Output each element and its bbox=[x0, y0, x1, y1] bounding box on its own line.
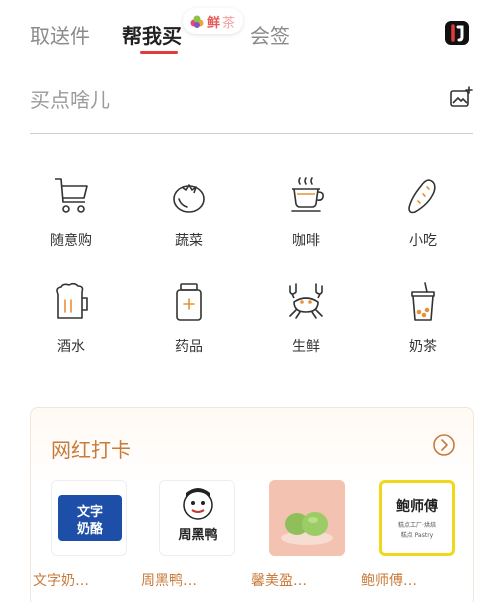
category-snacks[interactable]: 小吃 bbox=[373, 174, 473, 250]
category-label: 蔬菜 bbox=[175, 233, 203, 249]
cart-icon bbox=[55, 178, 88, 213]
add-photo-icon[interactable] bbox=[449, 86, 473, 110]
logo-text: 鲍师傅 bbox=[396, 498, 438, 515]
coffee-icon bbox=[291, 177, 324, 212]
tab-send-pickup[interactable]: 取送件 bbox=[30, 20, 90, 49]
logo-subtext: 糕点工厂·烘焙 bbox=[398, 521, 436, 529]
milk-tea-icon bbox=[411, 282, 435, 321]
crab-icon bbox=[289, 283, 323, 319]
store-item[interactable]: 文字 奶酪 文字奶… bbox=[33, 480, 133, 590]
category-label: 咖啡 bbox=[292, 233, 320, 249]
category-random-buy[interactable]: 随意购 bbox=[21, 174, 121, 250]
store-name: 鲍师傅… bbox=[361, 573, 417, 589]
snack-icon bbox=[408, 179, 436, 214]
store-logo: 文字 奶酪 bbox=[51, 480, 127, 556]
search-bar bbox=[30, 72, 473, 134]
store-name: 馨美盈… bbox=[251, 573, 307, 589]
category-label: 奶茶 bbox=[409, 339, 437, 355]
beer-icon bbox=[56, 282, 88, 319]
logo-text-line2: 奶酪 bbox=[76, 521, 104, 537]
category-vegetables[interactable]: 蔬菜 bbox=[139, 174, 239, 250]
store-logo: 周黑鸭 bbox=[159, 480, 235, 556]
chevron-right-icon[interactable] bbox=[432, 433, 456, 457]
mochi-product-image bbox=[269, 480, 345, 556]
logo-subtext: 糕点 Pastry bbox=[401, 531, 434, 539]
search-input[interactable] bbox=[30, 84, 410, 116]
featured-title: 网红打卡 bbox=[51, 438, 131, 462]
category-label: 随意购 bbox=[50, 233, 92, 249]
brand-logo-icon[interactable] bbox=[444, 20, 470, 46]
category-coffee[interactable]: 咖啡 bbox=[256, 174, 356, 250]
duck-brand-logo: 周黑鸭 bbox=[178, 488, 218, 543]
store-name: 周黑鸭… bbox=[141, 573, 197, 589]
store-logo bbox=[269, 480, 345, 556]
category-label: 酒水 bbox=[57, 339, 85, 355]
category-drinks[interactable]: 酒水 bbox=[21, 280, 121, 356]
store-item[interactable]: 周黑鸭 周黑鸭… bbox=[141, 480, 241, 590]
active-tab-indicator bbox=[140, 51, 178, 54]
tomato-icon bbox=[173, 184, 205, 213]
medicine-icon bbox=[176, 283, 202, 321]
featured-stores-card: 网红打卡 文字 奶酪 文字奶… 周黑鸭 周黑鸭… 馨美盈… 鲍师傅 糕点工厂·烘… bbox=[30, 407, 474, 602]
top-tab-bar: 取送件 帮我买 鲜 茶 会签 bbox=[0, 0, 500, 70]
tab-buy-for-me[interactable]: 帮我买 bbox=[122, 20, 182, 49]
category-label: 小吃 bbox=[409, 233, 437, 249]
store-logo: 鲍师傅 糕点工厂·烘焙 糕点 Pastry bbox=[379, 480, 455, 556]
category-label: 药品 bbox=[175, 339, 203, 355]
category-label: 生鲜 bbox=[292, 339, 320, 355]
category-medicine[interactable]: 药品 bbox=[139, 280, 239, 356]
badge-text-fresh: 鲜 bbox=[207, 15, 221, 31]
store-item[interactable]: 馨美盈… bbox=[251, 480, 351, 590]
store-item[interactable]: 鲍师傅 糕点工厂·烘焙 糕点 Pastry 鲍师傅… bbox=[361, 480, 461, 590]
tab-member-sign[interactable]: 会签 bbox=[250, 20, 290, 49]
logo-text: 周黑鸭 bbox=[178, 527, 217, 543]
logo-text-line1: 文字 bbox=[77, 504, 103, 520]
badge-text-tea: 茶 bbox=[222, 15, 236, 31]
category-milk-tea[interactable]: 奶茶 bbox=[373, 280, 473, 356]
category-seafood[interactable]: 生鲜 bbox=[256, 280, 356, 356]
pastry-brand-logo: 鲍师傅 糕点工厂·烘焙 糕点 Pastry bbox=[396, 498, 438, 539]
fresh-tea-badge[interactable]: 鲜 茶 bbox=[183, 8, 244, 34]
fruit-icon bbox=[190, 15, 204, 28]
store-name: 文字奶… bbox=[33, 573, 89, 589]
cheese-brand-logo: 文字 奶酪 bbox=[58, 495, 122, 541]
